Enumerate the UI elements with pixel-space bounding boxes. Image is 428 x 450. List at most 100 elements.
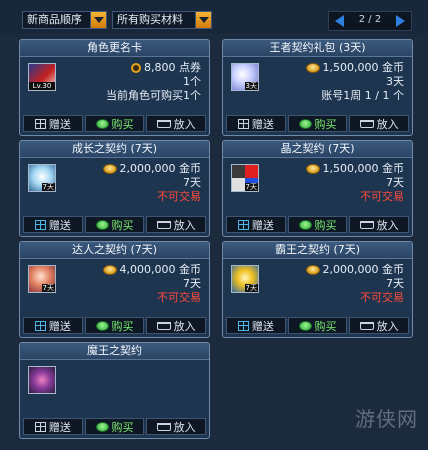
- add-to-cart-button[interactable]: 放入: [146, 216, 207, 233]
- cart-label: 放入: [376, 319, 399, 333]
- cart-icon: [359, 119, 374, 128]
- gift-button[interactable]: 赠送: [23, 317, 83, 334]
- item-info: 2,000,000 金币 7天 不可交易: [102, 162, 201, 204]
- item-card-rename: 角色更名卡 Lv.30 8,800 点券 1个 当前角色可购买1个 赠送 购买 …: [19, 39, 210, 136]
- site-watermark: 游侠网: [355, 407, 418, 431]
- buy-button[interactable]: 购买: [84, 418, 145, 435]
- item-card-expert-contract: 达人之契约 (7天) 7天 4,000,000 金币 7天 不可交易 赠送 购买…: [19, 241, 210, 338]
- duration-badge: 7天: [41, 183, 55, 191]
- gold-coin-icon: [305, 265, 320, 275]
- cart-icon: [156, 321, 171, 330]
- gift-button[interactable]: 赠送: [23, 115, 83, 132]
- pagination: 2 / 2: [328, 11, 412, 31]
- gift-label: 赠送: [251, 218, 274, 232]
- item-quantity: 3天: [386, 75, 404, 88]
- gift-icon: [237, 219, 249, 230]
- item-title: 霸王之契约 (7天): [223, 242, 412, 259]
- gift-button[interactable]: 赠送: [23, 418, 83, 435]
- buy-button[interactable]: 购买: [287, 115, 348, 132]
- gold-coin-icon: [305, 63, 320, 73]
- untradable-note: 不可交易: [157, 291, 201, 304]
- buy-button[interactable]: 购买: [287, 216, 348, 233]
- gift-label: 赠送: [251, 319, 274, 333]
- add-to-cart-button[interactable]: 放入: [146, 115, 207, 132]
- duration-badge: 3天: [244, 82, 258, 90]
- item-title: 角色更名卡: [20, 40, 209, 57]
- item-currency: 金币: [382, 61, 404, 74]
- overlord-contract-thumbnail[interactable]: 7天: [231, 265, 259, 293]
- add-to-cart-button[interactable]: 放入: [349, 115, 410, 132]
- item-price: 4,000,000: [119, 263, 176, 276]
- item-currency: 金币: [382, 263, 404, 276]
- item-info: 2,000,000 金币 7天 不可交易: [305, 263, 404, 305]
- gift-label: 赠送: [48, 319, 71, 333]
- buy-icon: [95, 421, 109, 432]
- gift-label: 赠送: [251, 117, 274, 131]
- cart-label: 放入: [376, 218, 399, 232]
- item-price: 1,500,000: [322, 162, 379, 175]
- buy-button[interactable]: 购买: [287, 317, 348, 334]
- crystal-contract-thumbnail[interactable]: 7天: [231, 164, 259, 192]
- gift-button[interactable]: 赠送: [226, 317, 286, 334]
- buy-icon: [298, 320, 312, 331]
- demon-king-contract-thumbnail[interactable]: [28, 366, 56, 394]
- item-currency: 点券: [179, 61, 201, 74]
- buy-button[interactable]: 购买: [84, 317, 145, 334]
- chevron-down-icon[interactable]: [195, 12, 211, 28]
- buy-icon: [298, 118, 312, 129]
- add-to-cart-button[interactable]: 放入: [349, 317, 410, 334]
- buy-icon: [95, 320, 109, 331]
- item-quantity: 7天: [386, 176, 404, 189]
- buy-button[interactable]: 购买: [84, 216, 145, 233]
- gift-button[interactable]: 赠送: [23, 216, 83, 233]
- add-to-cart-button[interactable]: 放入: [349, 216, 410, 233]
- buy-label: 购买: [314, 218, 337, 232]
- item-info: 8,800 点券 1个 当前角色可购买1个: [106, 61, 201, 103]
- cash-icon: [131, 63, 141, 73]
- item-card-overlord-contract: 霸王之契约 (7天) 7天 2,000,000 金币 7天 不可交易 赠送 购买…: [222, 241, 413, 338]
- item-info: 1,500,000 金币 7天 不可交易: [305, 162, 404, 204]
- buy-label: 购买: [314, 117, 337, 131]
- item-info: 1,500,000 金币 3天 账号1周 1 / 1 个: [305, 61, 404, 103]
- cart-label: 放入: [173, 319, 196, 333]
- level-badge: Lv.30: [29, 82, 55, 90]
- buy-label: 购买: [111, 117, 134, 131]
- gift-button[interactable]: 赠送: [226, 115, 286, 132]
- cart-icon: [156, 119, 171, 128]
- gift-icon: [237, 320, 249, 331]
- cart-label: 放入: [376, 117, 399, 131]
- item-title: 王者契约礼包 (3天): [223, 40, 412, 57]
- chevron-down-icon[interactable]: [90, 12, 106, 28]
- expert-contract-thumbnail[interactable]: 7天: [28, 265, 56, 293]
- gold-coin-icon: [102, 265, 117, 275]
- item-title: 达人之契约 (7天): [20, 242, 209, 259]
- add-to-cart-button[interactable]: 放入: [146, 418, 207, 435]
- buy-icon: [95, 219, 109, 230]
- category-dropdown[interactable]: 所有购买材料: [112, 11, 212, 29]
- gift-button[interactable]: 赠送: [226, 216, 286, 233]
- gold-coin-icon: [305, 164, 320, 174]
- cart-icon: [359, 321, 374, 330]
- king-pack-thumbnail[interactable]: 3天: [231, 63, 259, 91]
- rename-card-thumbnail[interactable]: Lv.30: [28, 63, 56, 91]
- item-card-demon-king-contract: 魔王之契约 赠送 购买 放入: [19, 342, 210, 439]
- cart-label: 放入: [173, 117, 196, 131]
- growth-contract-thumbnail[interactable]: 7天: [28, 164, 56, 192]
- sort-order-dropdown[interactable]: 新商品顺序: [22, 11, 107, 29]
- gold-coin-icon: [102, 164, 117, 174]
- item-title: 晶之契约 (7天): [223, 141, 412, 158]
- gift-label: 赠送: [48, 117, 71, 131]
- gift-icon: [34, 421, 46, 432]
- sort-order-label: 新商品顺序: [27, 13, 82, 26]
- buy-icon: [298, 219, 312, 230]
- item-quantity: 1个: [183, 75, 201, 88]
- item-price: 1,500,000: [322, 61, 379, 74]
- untradable-note: 不可交易: [157, 190, 201, 203]
- add-to-cart-button[interactable]: 放入: [146, 317, 207, 334]
- duration-badge: 7天: [244, 284, 258, 292]
- buy-button[interactable]: 购买: [84, 115, 145, 132]
- item-currency: 金币: [179, 162, 201, 175]
- item-quantity: 7天: [386, 277, 404, 290]
- item-currency: 金币: [382, 162, 404, 175]
- next-page-icon[interactable]: [396, 15, 405, 27]
